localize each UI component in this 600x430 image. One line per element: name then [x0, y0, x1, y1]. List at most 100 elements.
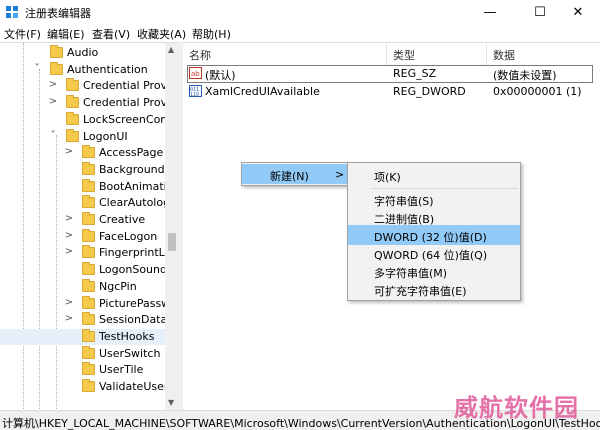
folder-icon: [82, 278, 95, 292]
submenu-item-key[interactable]: 项(K): [348, 165, 520, 185]
submenu-item-string-value[interactable]: 字符串值(S): [348, 189, 520, 209]
submenu-item-binary-value[interactable]: 二进制值(B): [348, 207, 520, 227]
menu-edit[interactable]: 编辑(E): [47, 26, 85, 42]
folder-icon: [82, 295, 95, 309]
folder-icon: [66, 95, 79, 109]
tree-item-label: SessionData: [99, 313, 168, 327]
tree-item-label: Credential Provic: [83, 96, 177, 110]
tree-item[interactable]: > PicturePasswo: [0, 295, 177, 312]
folder-icon: [82, 195, 95, 209]
scroll-down-icon[interactable]: ▼: [168, 398, 174, 407]
folder-icon: [82, 379, 95, 392]
chevron-right-icon[interactable]: >: [48, 79, 58, 90]
chevron-right-icon[interactable]: >: [64, 230, 74, 241]
tree-item-label: Creative: [99, 213, 146, 226]
tree-item[interactable]: ˅ Authentication: [0, 61, 165, 78]
value-data: 0x00000001 (1): [493, 85, 582, 98]
tree-item[interactable]: UserTile: [0, 362, 165, 378]
folder-icon: [82, 178, 95, 192]
chevron-right-icon[interactable]: >: [64, 213, 74, 224]
tree-item[interactable]: > AccessPage: [0, 145, 165, 161]
tree-item[interactable]: > Creative: [0, 212, 165, 228]
chevron-down-icon[interactable]: ˅: [32, 63, 42, 74]
tree-item-label: UserTile: [99, 363, 144, 377]
tree-item[interactable]: LockScreenConte: [0, 111, 178, 128]
chevron-right-icon[interactable]: >: [64, 297, 74, 308]
menu-help[interactable]: 帮助(H): [192, 26, 231, 42]
tree-item[interactable]: Audio: [0, 45, 165, 61]
tree-item-label: TestHooks: [99, 329, 155, 343]
submenu-item-dword-value[interactable]: DWORD (32 位)值(D): [348, 225, 520, 245]
column-divider[interactable]: [386, 43, 387, 65]
tree-item[interactable]: > Credential Provic: [0, 78, 176, 94]
context-menu: 新建(N) >: [241, 162, 348, 186]
column-divider[interactable]: [486, 43, 487, 65]
chevron-right-icon[interactable]: >: [64, 146, 74, 157]
folder-icon: [82, 245, 95, 259]
column-name[interactable]: 名称: [189, 47, 211, 63]
tree-item[interactable]: BootAnimatio: [0, 178, 173, 195]
tree-item[interactable]: UserSwitch: [0, 345, 165, 362]
tree-item-label: FaceLogon: [99, 229, 158, 243]
chevron-down-icon[interactable]: ˅: [48, 130, 58, 141]
value-name: (默认): [205, 69, 236, 82]
menu-bar: 文件(F) 编辑(E) 查看(V) 收藏夹(A) 帮助(H): [0, 24, 600, 42]
tree-item[interactable]: Background: [0, 161, 165, 178]
tree-item[interactable]: ˅ LogonUI: [0, 128, 165, 145]
minimize-icon: —: [483, 4, 497, 20]
list-row-xamlcreduiavailable[interactable]: 011 110 XamlCredUIAvailable REG_DWORD 0x…: [183, 83, 600, 101]
chevron-right-icon[interactable]: >: [64, 313, 74, 324]
column-data[interactable]: 数据: [493, 47, 515, 63]
maximize-icon: ☐: [534, 4, 546, 20]
scrollbar-thumb[interactable]: [168, 233, 176, 251]
tree-item-label: NgcPin: [99, 279, 137, 293]
context-menu-new[interactable]: 新建(N) >: [242, 164, 347, 184]
folder-icon: [82, 262, 95, 276]
value-name: XamlCredUIAvailable: [205, 85, 320, 98]
menu-view[interactable]: 查看(V): [92, 26, 130, 42]
binary-value-icon: 011 110: [189, 85, 202, 97]
tree-item[interactable]: > FaceLogon: [0, 228, 165, 245]
tree-item-label: FingerprintLo: [99, 246, 172, 260]
minimize-button[interactable]: —: [470, 0, 510, 24]
folder-icon: [82, 312, 95, 326]
folder-icon: [82, 161, 95, 175]
tree-item-label: ValidateUserr: [99, 380, 173, 393]
scroll-up-icon[interactable]: ▲: [168, 45, 174, 54]
folder-icon: [82, 228, 95, 242]
tree-item-label: Background: [99, 162, 165, 176]
list-row-default[interactable]: ab (默认) REG_SZ (数值未设置): [187, 65, 593, 83]
registry-tree[interactable]: Audio ˅ Authentication > Credential Provic > C…: [0, 42, 179, 410]
tree-item[interactable]: TestHooks: [0, 328, 165, 345]
maximize-button[interactable]: ☐: [520, 0, 560, 24]
submenu-item-qword-value[interactable]: QWORD (64 位)值(Q): [348, 243, 520, 263]
tree-item[interactable]: ValidateUserr: [0, 379, 173, 395]
close-button[interactable]: ✕: [558, 0, 598, 24]
folder-icon: [66, 128, 79, 142]
chevron-right-icon[interactable]: >: [48, 96, 58, 107]
folder-icon: [50, 61, 63, 75]
menu-favorites[interactable]: 收藏夹(A): [137, 26, 186, 42]
tree-item-label: AccessPage: [99, 146, 164, 160]
svg-text:110: 110: [190, 92, 199, 97]
tree-scrollbar[interactable]: ▲ ▼: [165, 43, 179, 410]
tree-item[interactable]: > FingerprintLo: [0, 245, 171, 261]
tree-item[interactable]: LogonSoundP: [0, 262, 174, 278]
value-type: REG_DWORD: [393, 85, 466, 98]
tree-item[interactable]: ClearAutologo: [0, 195, 177, 211]
submenu-label: 项(K): [374, 171, 401, 184]
tree-item-label: Audio: [67, 46, 99, 59]
submenu-item-multi-string-value[interactable]: 多字符串值(M): [348, 261, 520, 281]
chevron-right-icon[interactable]: >: [64, 246, 74, 257]
column-type[interactable]: 类型: [393, 47, 415, 63]
folder-icon: [82, 362, 95, 376]
submenu-item-expandable-string-value[interactable]: 可扩充字符串值(E): [348, 279, 520, 299]
tree-item[interactable]: > SessionData: [0, 312, 168, 328]
close-icon: ✕: [572, 4, 584, 20]
tree-item[interactable]: > Credential Provic: [0, 95, 176, 111]
tree-item[interactable]: NgcPin: [0, 278, 165, 295]
svg-text:ab: ab: [191, 70, 200, 78]
folder-icon: [82, 328, 95, 342]
menu-file[interactable]: 文件(F): [4, 26, 41, 42]
tree-item-label: LogonUI: [83, 129, 128, 143]
